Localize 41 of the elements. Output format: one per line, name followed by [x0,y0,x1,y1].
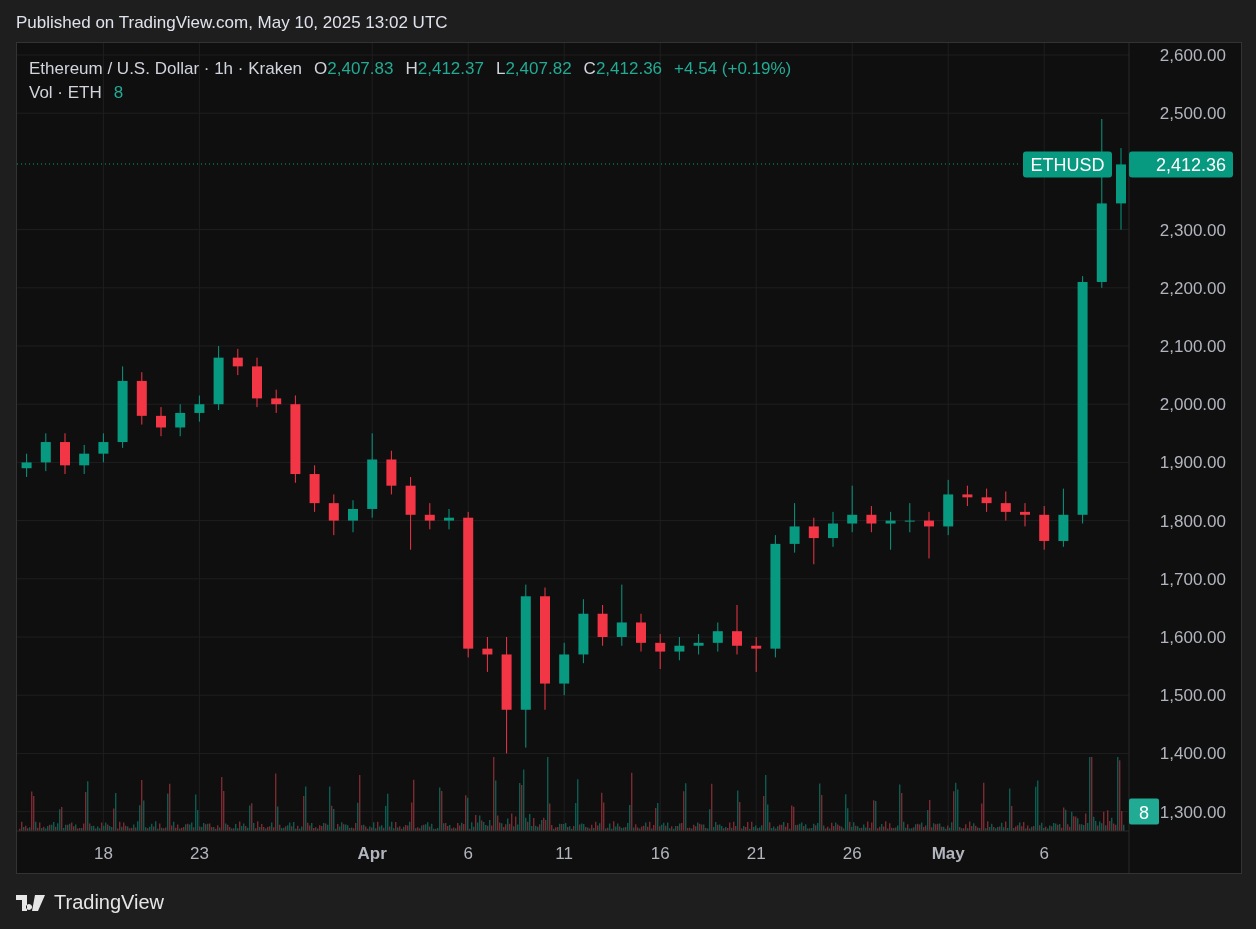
price-axis-label: 1,400.00 [1159,744,1226,764]
price-tag: 2,412.36 [1129,151,1233,178]
time-axis-label: 26 [842,844,862,863]
price-axis-label: 1,800.00 [1159,511,1226,531]
price-axis-label: 2,600.00 [1159,46,1226,65]
time-axis-label: May [931,844,965,863]
price-axis-label: 1,500.00 [1159,686,1226,706]
time-axis-label: 21 [746,844,766,863]
price-axis-label: 2,300.00 [1159,220,1226,240]
price-axis-label: 1,300.00 [1159,802,1226,822]
price-axis-label: 1,600.00 [1159,628,1226,647]
brand-name: TradingView [54,891,165,914]
time-axis-label: 18 [93,844,113,863]
price-axis-label: 1,900.00 [1159,453,1226,473]
price-axis-label: 2,200.00 [1159,278,1226,298]
ohlc-value: 2,412.36 [595,58,663,80]
volume-tag: 8 [1129,798,1159,825]
ohlc-label: O [314,58,328,80]
ohlc-label: H [405,58,418,80]
symbol-title: Ethereum / U.S. Dollar · 1h · Kraken [29,58,303,80]
time-axis-label: 6 [463,844,473,863]
price-axis-label: 2,100.00 [1159,337,1226,356]
price-axis-label: 2,000.00 [1159,395,1226,415]
ohlc-value: 2,407.82 [505,58,572,80]
volume-value: 8 [113,82,124,104]
published-caption: Published on TradingView.com, May 10, 2025 13:02 UTC [16,13,448,32]
time-axis-label: 23 [189,844,209,863]
ohlc-label: L [495,58,506,80]
time-axis-label: 6 [1039,844,1049,863]
price-axis-label: 2,500.00 [1159,104,1226,124]
time-axis-label: 11 [555,844,574,863]
ohlc-value: 2,407.83 [327,58,394,80]
ohlc-label: C [583,58,596,80]
volume-title: Vol · ETH [29,82,102,104]
price-axis-label: 1,700.00 [1159,569,1226,589]
time-axis-label: 16 [650,844,670,863]
ohlc-value: 2,412.37 [417,58,484,80]
change-value: +4.54 (+0.19%) [674,58,792,80]
symbol-tag: ETHUSD [1023,151,1112,178]
logo-icon [16,893,46,912]
time-axis-label: Apr [357,844,387,863]
